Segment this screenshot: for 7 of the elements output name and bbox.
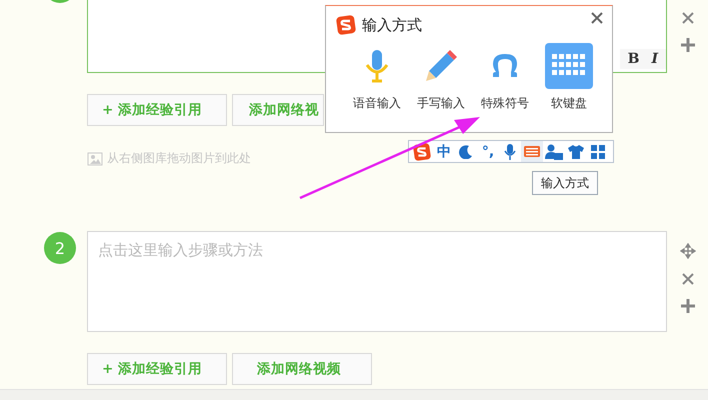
tooltip: 输入方式 <box>532 171 598 195</box>
ime-mode-label: °, <box>482 144 494 160</box>
image-drop-hint: 从右侧图库拖动图片到此处 <box>107 150 251 167</box>
step-number: 2 <box>44 232 76 264</box>
ime-mode-label: 中 <box>437 142 451 160</box>
popup-title: 输入方式 <box>362 16 422 34</box>
editor-placeholder: 点击这里输入步骤或方法 <box>98 241 263 259</box>
